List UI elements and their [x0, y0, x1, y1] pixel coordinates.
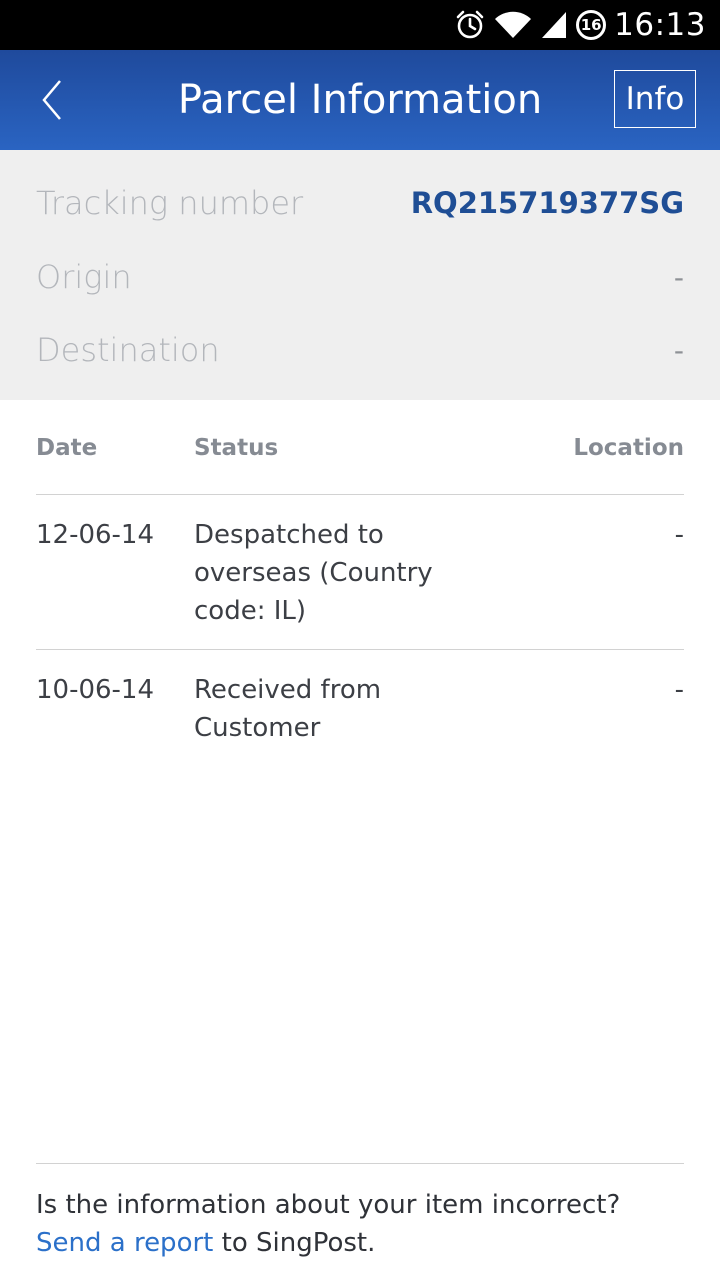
row-status: Despatched to overseas (Country code: IL…: [194, 520, 433, 626]
destination-label: Destination: [36, 331, 220, 369]
origin-value: -: [673, 260, 684, 294]
row-location: -: [674, 520, 684, 550]
destination-row: Destination -: [36, 325, 684, 375]
footer-divider: [36, 1163, 684, 1164]
column-header-location: Location: [573, 435, 684, 461]
signal-icon: [540, 10, 568, 40]
table-row: 10-06-14 Received from Customer -: [36, 671, 684, 751]
notification-badge: 16: [576, 10, 607, 40]
column-header-status: Status: [194, 435, 279, 461]
row-status: Received from Customer: [194, 675, 382, 743]
chevron-left-icon: [42, 80, 61, 120]
tracking-label: Tracking number: [36, 184, 304, 222]
row-location: -: [674, 675, 684, 705]
alarm-icon: [454, 9, 486, 41]
footer-question: Is the information about your item incor…: [36, 1190, 621, 1220]
wifi-icon: [494, 10, 532, 40]
footer-report-line: Send a report to SingPost.: [36, 1224, 684, 1262]
divider: [36, 649, 684, 650]
back-button[interactable]: [24, 72, 80, 128]
origin-row: Origin -: [36, 252, 684, 302]
app-bar: Parcel Information Info: [0, 50, 720, 150]
status-bar: 16 16:13: [0, 0, 720, 50]
tracking-row: Tracking number RQ215719377SG: [36, 178, 684, 228]
destination-value: -: [673, 333, 684, 367]
origin-label: Origin: [36, 258, 132, 296]
divider: [36, 494, 684, 495]
column-header-date: Date: [36, 435, 98, 461]
row-date: 10-06-14: [36, 675, 155, 705]
parcel-summary: Tracking number RQ215719377SG Origin - D…: [0, 150, 720, 400]
status-icons: 16 16:13: [454, 0, 706, 50]
report-footer: Is the information about your item incor…: [36, 1186, 684, 1262]
table-row: 12-06-14 Despatched to overseas (Country…: [36, 516, 684, 632]
footer-suffix: to SingPost.: [213, 1228, 376, 1258]
info-button[interactable]: Info: [614, 70, 696, 128]
row-date: 12-06-14: [36, 520, 155, 550]
tracking-number: RQ215719377SG: [410, 186, 684, 220]
clock: 16:13: [614, 7, 706, 43]
table-header: Date Status Location: [36, 420, 684, 476]
send-report-link[interactable]: Send a report: [36, 1228, 213, 1258]
page-title: Parcel Information: [177, 77, 543, 123]
